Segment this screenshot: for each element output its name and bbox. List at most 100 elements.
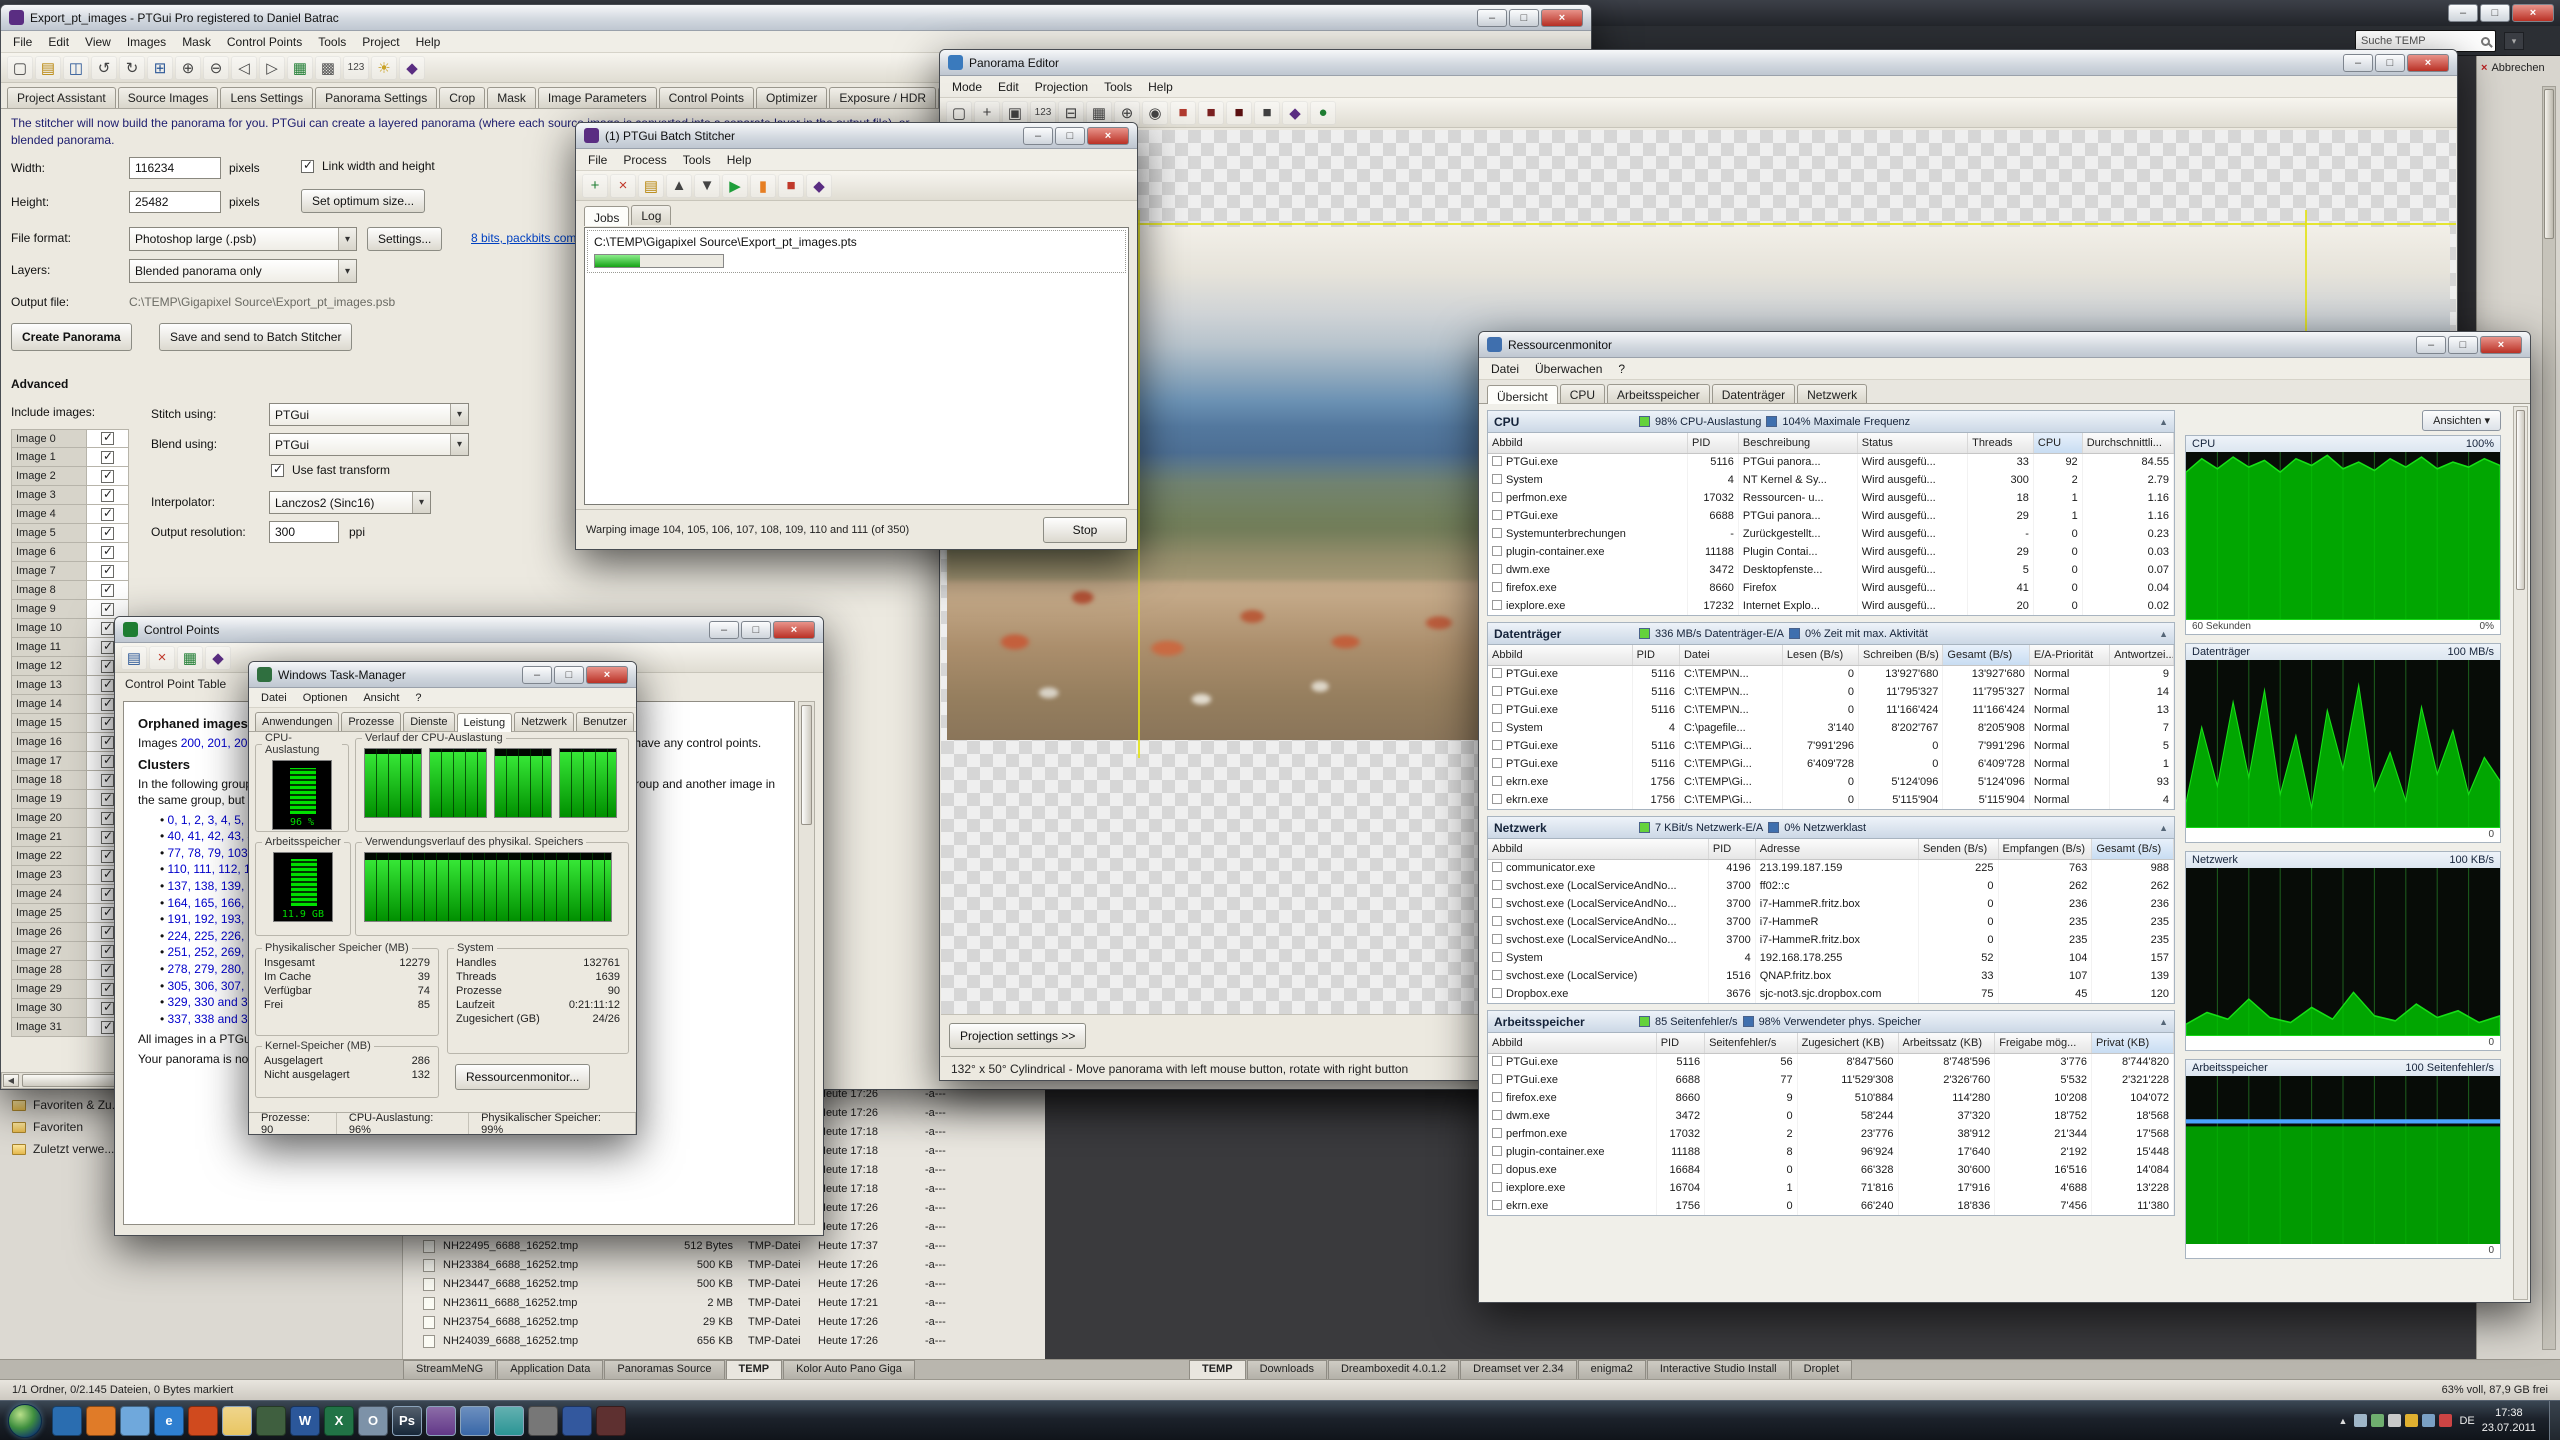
taskbar-app-teal[interactable] [494,1406,524,1436]
folder-tab[interactable]: Dreamset ver 2.34 [1460,1360,1576,1380]
pan-icon[interactable]: + [974,101,1000,125]
process-row[interactable]: PTGui.exe66887711'529'3082'326'7605'5322… [1488,1071,2174,1089]
process-row[interactable]: plugin-container.exe11188896'92417'6402'… [1488,1143,2174,1161]
image-row[interactable]: Image 28 [11,961,131,980]
include-image-checkbox[interactable] [101,603,114,616]
file-row[interactable]: NH23447_6688_16252.tmp500 KBTMP-DateiHeu… [403,1276,1045,1295]
process-row[interactable]: firefox.exe86609510'884114'28010'208104'… [1488,1089,2174,1107]
column-header[interactable]: Beschreibung [1738,433,1857,453]
collapse-icon[interactable]: ▲ [2159,823,2168,833]
maximize-button[interactable]: □ [2480,4,2510,22]
folder-tab[interactable]: Kolor Auto Pano Giga [783,1360,915,1380]
process-row[interactable]: System4192.168.178.25552104157 [1488,949,2174,967]
row-checkbox[interactable] [1492,582,1502,592]
create-panorama-button[interactable]: Create Panorama [11,323,132,351]
projection-equirectangular-icon[interactable]: ■ [1226,101,1252,125]
tray-icon-1[interactable] [2354,1414,2367,1427]
minimize-button[interactable]: – [2416,336,2446,354]
crop-guide-horizontal[interactable] [941,223,2456,225]
stop-button[interactable]: Stop [1043,517,1127,543]
taskbar-chrome[interactable] [120,1406,150,1436]
row-checkbox[interactable] [1492,758,1502,768]
taskbar-firefox[interactable] [86,1406,116,1436]
menu-item[interactable]: Datei [253,690,295,706]
image-row[interactable]: Image 9 [11,600,131,619]
minimize-button[interactable]: – [2343,54,2373,72]
taskbar-photoshop[interactable]: Ps [392,1406,422,1436]
process-row[interactable]: communicator.exe4196213.199.187.15922576… [1488,859,2174,877]
taskbar-internet-explorer[interactable]: e [154,1406,184,1436]
maximize-button[interactable]: □ [741,621,771,639]
folder-tab[interactable]: Panoramas Source [604,1360,724,1380]
task-manager-tab[interactable]: Benutzer [576,712,634,731]
menu-item[interactable]: View [77,33,119,51]
include-image-checkbox[interactable] [101,983,114,996]
menu-item[interactable]: Project [354,33,407,51]
batch-tab[interactable]: Jobs [584,206,629,226]
image-row[interactable]: Image 5 [11,524,131,543]
menu-item[interactable]: Process [615,151,674,169]
zoom-out-icon[interactable]: ⊖ [203,56,229,80]
close-button[interactable]: × [773,621,815,639]
batch-tab[interactable]: Log [631,205,671,225]
resource-monitor-tab[interactable]: Übersicht [1487,385,1558,404]
image-row[interactable]: Image 31 [11,1018,131,1037]
process-row[interactable]: PTGui.exe5116C:\TEMP\Gi...6'409'72806'40… [1488,755,2174,773]
include-image-checkbox[interactable] [101,907,114,920]
start-button[interactable] [8,1404,42,1438]
layers-select[interactable]: Blended panorama only [129,259,357,283]
menu-item[interactable]: Überwachen [1527,360,1610,378]
format-settings-button[interactable]: Settings... [367,227,442,251]
close-button[interactable]: × [2512,4,2554,22]
control-point-table-icon[interactable]: ▦ [287,56,313,80]
row-checkbox[interactable] [1492,916,1502,926]
send-to-batch-button[interactable]: Save and send to Batch Stitcher [159,323,352,351]
scrollbar[interactable] [2542,86,2556,1350]
process-row[interactable]: dwm.exe3472058'24437'32018'75218'568 [1488,1107,2174,1125]
task-manager-tab[interactable]: Leistung [457,713,513,732]
folder-tab[interactable]: enigma2 [1578,1360,1646,1380]
menu-item[interactable]: Tools [1096,78,1140,96]
process-row[interactable]: svchost.exe (LocalService)1516QNAP.fritz… [1488,967,2174,985]
image-row[interactable]: Image 17 [11,752,131,771]
show-desktop-button[interactable] [2549,1401,2560,1440]
include-image-checkbox[interactable] [101,622,114,635]
row-checkbox[interactable] [1492,1074,1502,1084]
row-checkbox[interactable] [1492,880,1502,890]
file-row[interactable]: NH24039_6688_16252.tmp656 KBTMP-DateiHeu… [403,1333,1045,1352]
include-image-checkbox[interactable] [101,489,114,502]
ptgui-tab[interactable]: Crop [439,87,485,108]
include-image-checkbox[interactable] [101,641,114,654]
process-row[interactable]: PTGui.exe5116568'847'5608'748'5963'7768'… [1488,1053,2174,1071]
maximize-button[interactable]: □ [2375,54,2405,72]
minimize-button[interactable]: – [2448,4,2478,22]
move-up-icon[interactable]: ▲ [666,174,692,198]
process-row[interactable]: PTGui.exe5116C:\TEMP\Gi...7'991'29607'99… [1488,737,2174,755]
row-checkbox[interactable] [1492,1110,1502,1120]
file-row[interactable]: NH23384_6688_16252.tmp500 KBTMP-DateiHeu… [403,1257,1045,1276]
process-row[interactable]: PTGui.exe5116C:\TEMP\N...011'166'42411'1… [1488,701,2174,719]
menu-item[interactable]: Tools [310,33,354,51]
include-image-checkbox[interactable] [101,812,114,825]
stitch-using-select[interactable]: PTGui [269,403,469,426]
grid-icon[interactable]: ▦ [1086,101,1112,125]
row-checkbox[interactable] [1492,1092,1502,1102]
ptgui-tab[interactable]: Exposure / HDR [829,87,936,108]
row-checkbox[interactable] [1492,686,1502,696]
maximize-button[interactable]: □ [554,666,584,684]
row-checkbox[interactable] [1492,722,1502,732]
zoom-in-icon[interactable]: ⊕ [175,56,201,80]
column-header[interactable]: Gesamt (B/s) [2092,839,2174,859]
column-header[interactable]: Threads [1968,433,2034,453]
process-row[interactable]: dopus.exe16684066'32830'60016'51614'084 [1488,1161,2174,1179]
row-checkbox[interactable] [1492,492,1502,502]
toolbar-dropdown-icon[interactable]: ▾ [2504,32,2524,50]
row-checkbox[interactable] [1492,988,1502,998]
include-image-checkbox[interactable] [101,451,114,464]
menu-item[interactable]: Edit [990,78,1027,96]
folder-tab[interactable]: Downloads [1247,1360,1327,1380]
image-row[interactable]: Image 1 [11,448,131,467]
maximize-button[interactable]: □ [2448,336,2478,354]
close-button[interactable]: × [586,666,628,684]
process-row[interactable]: svchost.exe (LocalServiceAndNo...3700i7-… [1488,913,2174,931]
